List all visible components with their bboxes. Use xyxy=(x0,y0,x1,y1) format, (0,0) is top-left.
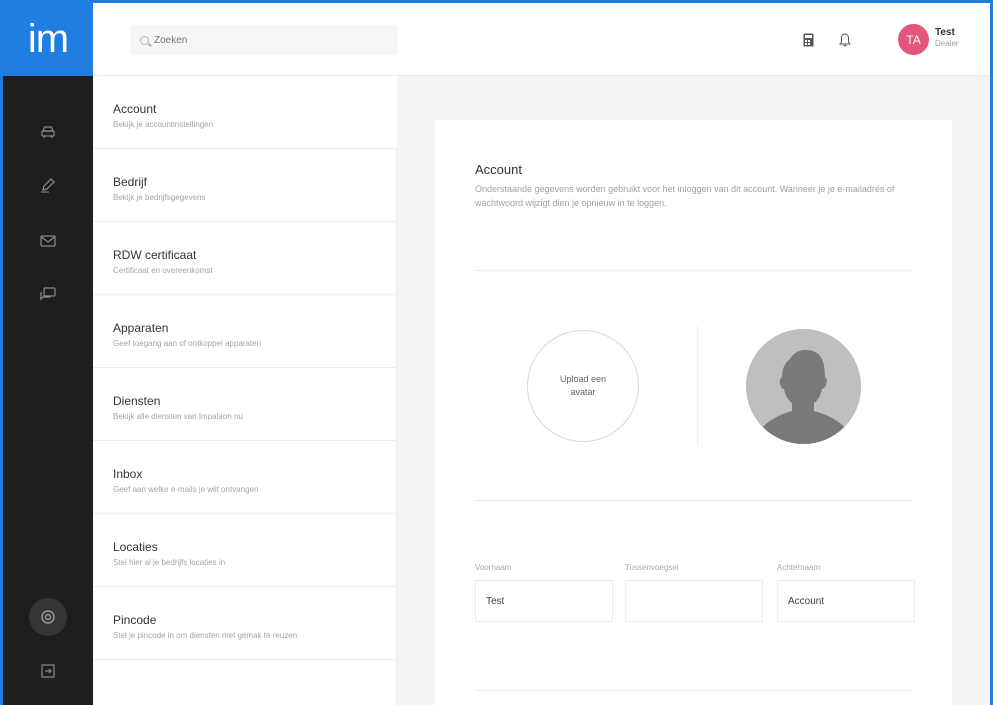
divider xyxy=(475,500,912,501)
menu-item-rdw-certificaat[interactable]: RDW certificaat Certificaat en overeenko… xyxy=(93,222,397,295)
pencil-icon[interactable] xyxy=(3,172,93,198)
calculator-icon[interactable] xyxy=(801,32,815,48)
upload-avatar-button[interactable]: Upload een avatar xyxy=(527,330,639,442)
menu-item-desc: Geef aan welke e-mails je wilt ontvangen xyxy=(113,485,259,494)
user-menu[interactable]: Test Dealer xyxy=(935,27,959,49)
top-bar: TA Test Dealer xyxy=(93,3,990,76)
nav-rail xyxy=(3,76,93,705)
last-name-field[interactable]: Account xyxy=(777,580,915,622)
menu-item-title: Account xyxy=(113,102,157,116)
app-logo[interactable]: im xyxy=(3,3,93,76)
settings-menu: Account Bekijk je accountinstellingen Be… xyxy=(93,76,397,705)
menu-item-title: Inbox xyxy=(113,467,143,481)
menu-item-account[interactable]: Account Bekijk je accountinstellingen xyxy=(93,76,397,149)
car-icon[interactable] xyxy=(3,119,93,145)
chat-icon[interactable] xyxy=(3,281,93,307)
first-name-field[interactable]: Test xyxy=(475,580,613,622)
bell-icon[interactable] xyxy=(838,32,852,48)
divider xyxy=(475,690,912,691)
menu-item-diensten[interactable]: Diensten Bekijk alle diensten van Impala… xyxy=(93,368,397,441)
profile-picture xyxy=(746,329,861,444)
menu-item-desc: Certificaat en overeenkomst xyxy=(113,266,213,275)
menu-item-apparaten[interactable]: Apparaten Geef toegang aan of ontkoppel … xyxy=(93,295,397,368)
section-description: Onderstaande gegevens worden gebruikt vo… xyxy=(475,184,895,208)
menu-item-desc: Bekijk je bedrijfsgegevens xyxy=(113,193,206,202)
logout-icon[interactable] xyxy=(3,658,93,684)
vertical-divider xyxy=(697,326,698,446)
menu-item-bedrijf[interactable]: Bedrijf Bekijk je bedrijfsgegevens xyxy=(93,149,397,222)
person-silhouette-icon xyxy=(746,329,861,444)
menu-item-title: Locaties xyxy=(113,540,158,554)
menu-item-title: Pincode xyxy=(113,613,157,627)
menu-item-desc: Bekijk alle diensten van Impalaon nu xyxy=(113,412,243,421)
menu-item-locaties[interactable]: Locaties Stel hier al je bedrijfs locati… xyxy=(93,514,397,587)
menu-item-desc: Stel je pincode in om diensten met gemak… xyxy=(113,631,298,640)
mail-icon[interactable] xyxy=(3,228,93,254)
infix-label: Tussenvoegsel xyxy=(625,563,679,572)
divider xyxy=(475,270,912,271)
search-box[interactable] xyxy=(130,25,398,55)
menu-item-title: RDW certificaat xyxy=(113,248,197,262)
last-name-label: Achternaam xyxy=(777,563,821,572)
menu-item-desc: Geef toegang aan of ontkoppel apparaten xyxy=(113,339,262,348)
settings-icon[interactable] xyxy=(3,604,93,630)
menu-item-desc: Stel hier al je bedrijfs locaties in xyxy=(113,558,226,567)
menu-item-pincode[interactable]: Pincode Stel je pincode in om diensten m… xyxy=(93,587,397,660)
infix-field[interactable] xyxy=(625,580,763,622)
user-name: Test xyxy=(935,27,955,38)
menu-item-desc: Bekijk je accountinstellingen xyxy=(113,120,214,129)
account-card: Account Onderstaande gegevens worden geb… xyxy=(435,120,952,705)
menu-item-inbox[interactable]: Inbox Geef aan welke e-mails je wilt ont… xyxy=(93,441,397,514)
search-input[interactable] xyxy=(154,34,374,46)
search-icon xyxy=(140,35,149,45)
first-name-label: Voornaam xyxy=(475,563,512,572)
app-frame: im TA Test Dealer xyxy=(3,3,990,705)
user-role: Dealer xyxy=(935,39,959,48)
user-avatar[interactable]: TA xyxy=(898,24,929,55)
menu-item-title: Bedrijf xyxy=(113,175,148,189)
section-title: Account xyxy=(475,162,522,177)
menu-item-title: Apparaten xyxy=(113,321,169,335)
menu-item-title: Diensten xyxy=(113,394,161,408)
